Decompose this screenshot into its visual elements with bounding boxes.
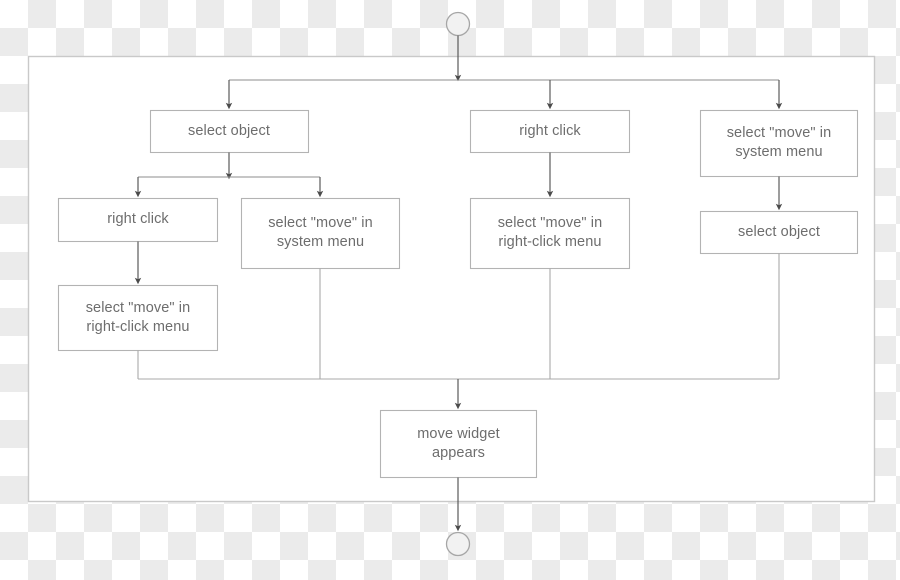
end-terminator-icon xyxy=(445,531,471,557)
node-box-select-move-rightclick-2 xyxy=(57,284,219,352)
node-box-select-move-rightclick-1 xyxy=(469,197,631,270)
node-box-select-move-system-2 xyxy=(240,197,401,270)
node-box-select-object-1 xyxy=(149,109,310,154)
node-box-right-click-2 xyxy=(57,197,219,243)
node-box-move-widget-appears xyxy=(379,409,538,479)
node-box-select-object-2 xyxy=(699,210,859,255)
flowchart-graphics xyxy=(27,11,876,557)
node-box-select-move-system-1 xyxy=(699,109,859,178)
node-box-right-click-1 xyxy=(469,109,631,154)
flowchart-canvas: select object right click select "move" … xyxy=(0,0,900,580)
start-terminator-icon xyxy=(445,11,471,37)
